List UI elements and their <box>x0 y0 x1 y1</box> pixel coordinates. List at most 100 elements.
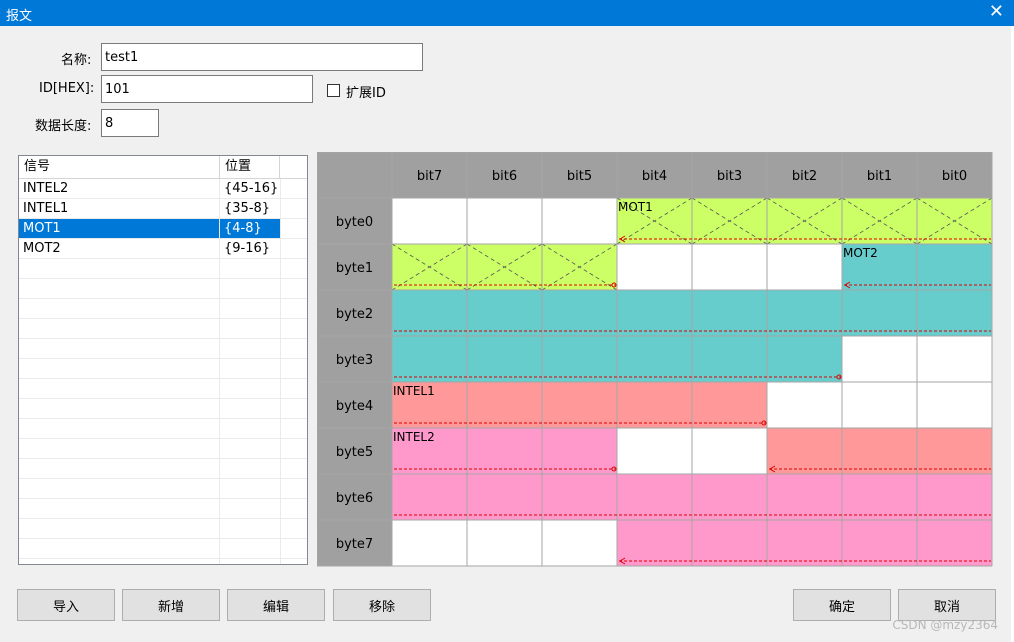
signal-name-cell: MOT2 <box>23 241 61 256</box>
signal-cell <box>392 336 467 382</box>
signal-name-cell <box>19 299 219 318</box>
signal-name-cell: INTEL1 <box>23 201 69 216</box>
bit-layout-grid: bit7 bit6 bit5 bit4 bit3 bit2 bit1 bit0 byte0 byt… <box>317 152 993 567</box>
list-item-empty[interactable] <box>19 479 307 499</box>
list-item-empty[interactable] <box>19 419 307 439</box>
signal-list[interactable]: 信号 位置 INTEL2 {45-16} INTEL1 {35-8} MOT1 {4-8}… <box>18 155 308 565</box>
byte-header: byte1 <box>336 261 373 276</box>
signal-cell <box>842 520 917 566</box>
signal-name-cell <box>19 439 219 458</box>
signal-position-cell <box>220 499 280 518</box>
import-button[interactable]: 导入 <box>17 589 115 621</box>
signal-position-cell: {4-8} <box>220 219 280 238</box>
list-item[interactable]: MOT2 {9-16} <box>19 239 307 259</box>
signal-position-cell <box>220 359 280 378</box>
length-input[interactable] <box>101 109 159 137</box>
signal-cell <box>467 336 542 382</box>
signal-cell <box>692 474 767 520</box>
signal-name-cell <box>19 419 219 438</box>
signal-cell <box>917 520 992 566</box>
signal-cell <box>767 336 842 382</box>
signal-label: INTEL2 <box>393 430 435 444</box>
signal-cell <box>467 428 542 474</box>
bit-header: bit5 <box>567 169 592 184</box>
edit-button[interactable]: 编辑 <box>227 589 325 621</box>
checkbox-box[interactable] <box>327 84 340 97</box>
signal-cell <box>467 290 542 336</box>
bit-header: bit4 <box>642 169 667 184</box>
list-item-empty[interactable] <box>19 459 307 479</box>
signal-name-cell <box>19 259 219 278</box>
column-header-position[interactable]: 位置 <box>220 156 280 178</box>
list-item-empty[interactable] <box>19 519 307 539</box>
id-input[interactable] <box>101 75 313 103</box>
add-button[interactable]: 新增 <box>122 589 220 621</box>
signal-cell <box>617 336 692 382</box>
signal-cell <box>542 290 617 336</box>
signal-cell <box>917 428 992 474</box>
signal-position-cell: {35-8} <box>224 201 271 216</box>
list-item-empty[interactable] <box>19 359 307 379</box>
bit-header: bit0 <box>942 169 967 184</box>
signal-name-cell <box>19 479 219 498</box>
list-item-empty[interactable] <box>19 539 307 559</box>
signal-cell <box>392 290 467 336</box>
list-item-empty[interactable] <box>19 399 307 419</box>
signal-cell <box>692 336 767 382</box>
signal-position-cell <box>220 299 280 318</box>
signal-cell <box>542 382 617 428</box>
watermark-text: CSDN @mzy2364 <box>892 618 998 632</box>
list-item[interactable]: INTEL1 {35-8} <box>19 199 307 219</box>
cancel-button[interactable]: 取消 <box>898 589 996 621</box>
signal-name-cell <box>19 359 219 378</box>
signal-position-cell <box>220 399 280 418</box>
signal-name-cell <box>19 539 219 558</box>
signal-cell <box>542 428 617 474</box>
bit-header: bit1 <box>867 169 892 184</box>
signal-position-cell <box>220 419 280 438</box>
list-item-empty[interactable] <box>19 319 307 339</box>
list-item-empty[interactable] <box>19 259 307 279</box>
list-item-empty[interactable] <box>19 499 307 519</box>
list-item[interactable]: INTEL2 {45-16} <box>19 179 307 199</box>
signal-label: MOT1 <box>618 200 653 214</box>
list-item-empty[interactable] <box>19 379 307 399</box>
signal-position-cell <box>220 319 280 338</box>
bit-header: bit6 <box>492 169 517 184</box>
signal-cell <box>842 474 917 520</box>
signal-cell <box>767 290 842 336</box>
signal-position-cell <box>220 439 280 458</box>
signal-label: MOT2 <box>843 246 878 260</box>
signal-cell <box>617 382 692 428</box>
signal-position-cell <box>220 479 280 498</box>
byte-header: byte2 <box>336 307 373 322</box>
name-input[interactable] <box>101 43 423 71</box>
signal-cell <box>917 290 992 336</box>
signal-cell <box>767 520 842 566</box>
bit-header: bit7 <box>417 169 442 184</box>
length-label: 数据长度: <box>35 119 92 134</box>
extended-id-label: 扩展ID <box>346 86 386 101</box>
signal-position-cell <box>220 339 280 358</box>
id-label: ID[HEX]: <box>39 81 95 96</box>
list-item-empty[interactable] <box>19 439 307 459</box>
signal-cell <box>917 244 992 290</box>
remove-button[interactable]: 移除 <box>333 589 431 621</box>
signal-position-cell <box>220 519 280 538</box>
byte-header: byte0 <box>336 215 373 230</box>
byte-header: byte6 <box>336 491 373 506</box>
list-item[interactable]: MOT1 {4-8} <box>19 219 307 239</box>
list-item-empty[interactable] <box>19 299 307 319</box>
signal-list-header: 信号 位置 <box>19 156 307 179</box>
title-bar: 报文 ✕ <box>0 0 1014 26</box>
name-label: 名称: <box>61 53 92 68</box>
column-header-signal[interactable]: 信号 <box>19 156 220 178</box>
list-item-empty[interactable] <box>19 339 307 359</box>
list-item-empty[interactable] <box>19 279 307 299</box>
ok-button[interactable]: 确定 <box>793 589 891 621</box>
close-icon[interactable]: ✕ <box>989 2 1004 22</box>
signal-cell <box>692 520 767 566</box>
bit-header: bit2 <box>792 169 817 184</box>
signal-label: INTEL1 <box>393 384 435 398</box>
signal-list-rows: INTEL2 {45-16} INTEL1 {35-8} MOT1 {4-8} MOT2 {9… <box>19 179 307 559</box>
